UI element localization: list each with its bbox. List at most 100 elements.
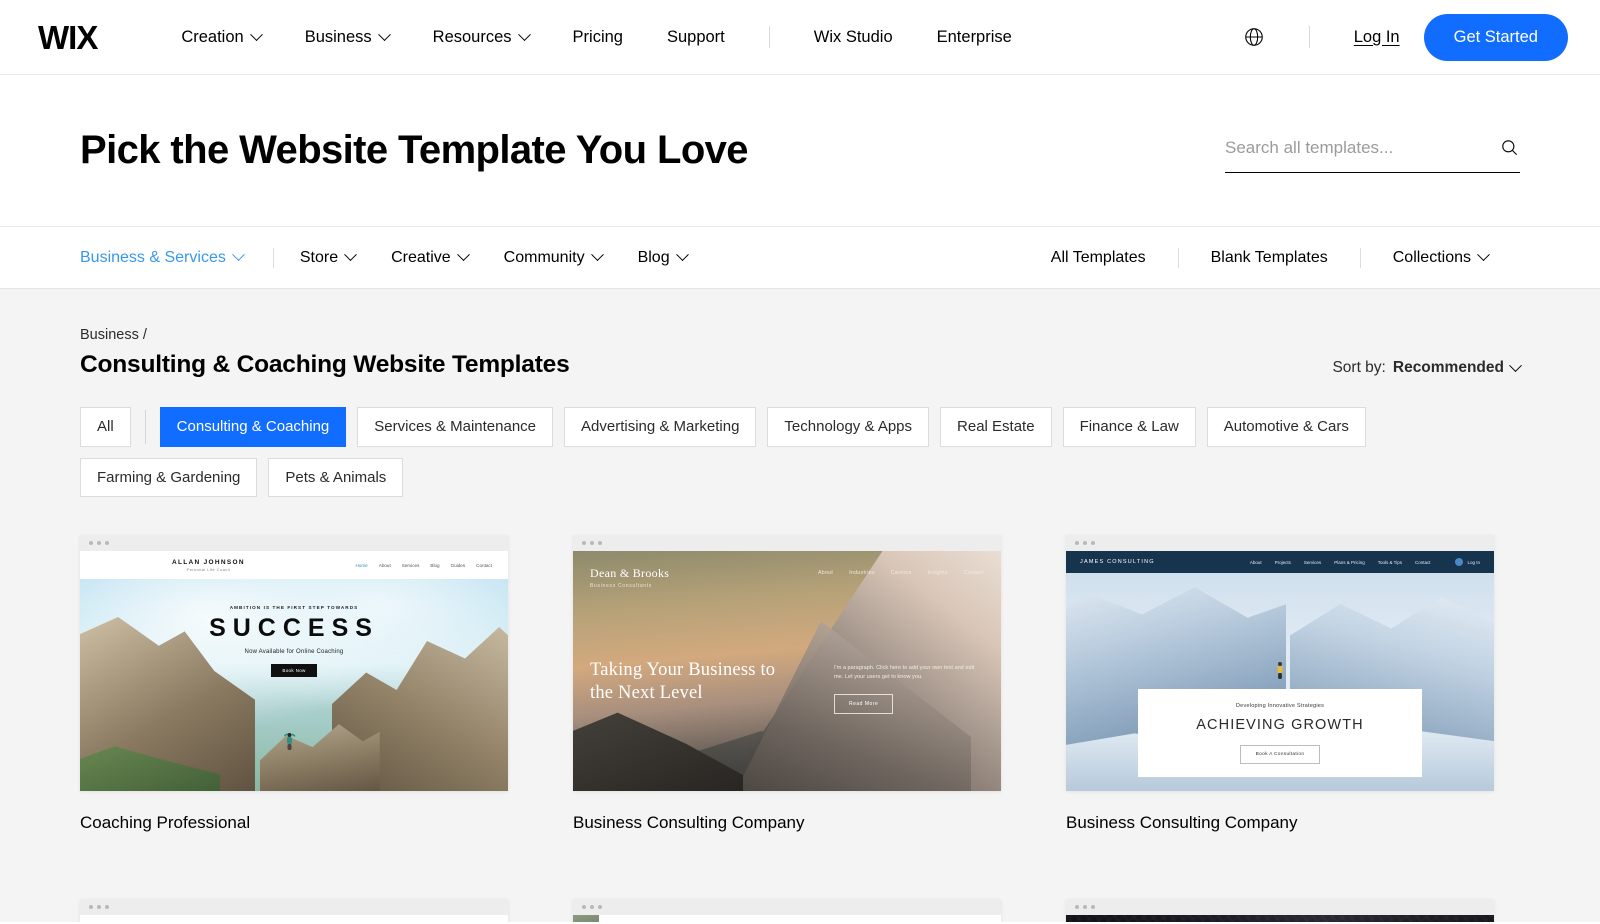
hero-section: Pick the Website Template You Love <box>0 75 1600 227</box>
template-thumbnail[interactable]: JAMES CONSULTING About Projects Services… <box>1066 535 1494 791</box>
get-started-button[interactable]: Get Started <box>1424 14 1568 61</box>
template-thumbnail[interactable]: Healthy Living With Rachel Wilkins About… <box>573 899 1001 922</box>
template-thumbnail[interactable]: Davon Business Consulting School Log In … <box>1066 899 1494 922</box>
window-dot-icon <box>1083 541 1087 545</box>
filter-chip-real-estate[interactable]: Real Estate <box>940 407 1052 447</box>
template-card[interactable]: Healthy Living With Rachel Wilkins About… <box>573 899 1001 922</box>
link-blank-templates[interactable]: Blank Templates <box>1179 249 1360 267</box>
preview-hero-image: Developing Innovative Strategies ACHIEVI… <box>1066 573 1494 791</box>
filter-chip-pets-animals[interactable]: Pets & Animals <box>268 458 403 498</box>
globe-icon[interactable] <box>1243 26 1265 48</box>
preview-hero-panel: Developing Innovative Strategies ACHIEVI… <box>1138 689 1422 777</box>
avatar-icon <box>1455 558 1463 566</box>
window-dot-icon <box>89 905 93 909</box>
nav-item-pricing[interactable]: Pricing <box>551 28 645 47</box>
preview-nav-item: Projects <box>1275 560 1291 565</box>
chevron-down-icon <box>378 28 391 41</box>
chevron-down-icon <box>518 28 531 41</box>
category-tab-community[interactable]: Community <box>504 249 602 267</box>
preview-kicker: AMBITION IS THE FIRST STEP TOWARDS <box>80 605 508 610</box>
nav-label: Resources <box>433 28 512 47</box>
category-label: Business & Services <box>80 249 226 267</box>
category-tab-blog[interactable]: Blog <box>638 249 687 267</box>
template-thumbnail[interactable]: ALLAN JOHNSON Personal Life Coach Home A… <box>80 535 508 791</box>
category-tab-business-services[interactable]: Business & Services <box>80 249 243 267</box>
chevron-down-icon <box>457 248 470 261</box>
top-navigation-bar: WIX Creation Business Resources Pricing … <box>0 0 1600 75</box>
preview-nav-item: Guides <box>451 563 466 568</box>
nav-item-enterprise[interactable]: Enterprise <box>915 28 1034 47</box>
nav-item-resources[interactable]: Resources <box>411 28 551 47</box>
sort-by-dropdown[interactable]: Sort by: Recommended <box>1332 359 1520 379</box>
filter-chip-consulting-coaching[interactable]: Consulting & Coaching <box>160 407 347 447</box>
wix-logo[interactable]: WIX <box>38 21 97 54</box>
browser-chrome-bar <box>80 899 508 915</box>
search-bar[interactable] <box>1225 137 1520 173</box>
filter-chip-services-maintenance[interactable]: Services & Maintenance <box>357 407 553 447</box>
template-card[interactable]: ALLAN JOHNSON Personal Life Coach Home A… <box>80 535 508 833</box>
template-card[interactable]: BizBud Home Services About Clients Testi… <box>80 899 508 922</box>
climber-figure-icon <box>283 731 296 755</box>
nav-item-wix-studio[interactable]: Wix Studio <box>792 28 915 47</box>
template-card[interactable]: Davon Business Consulting School Log In … <box>1066 899 1494 922</box>
preview-side-image <box>573 915 599 922</box>
preview-site-header: BizBud Home Services About Clients Testi… <box>80 915 508 922</box>
window-dot-icon <box>582 905 586 909</box>
template-thumbnail[interactable]: BizBud Home Services About Clients Testi… <box>80 899 508 922</box>
browser-chrome-bar <box>573 899 1001 915</box>
nav-item-business[interactable]: Business <box>283 28 411 47</box>
window-dot-icon <box>97 905 101 909</box>
window-dot-icon <box>590 905 594 909</box>
login-link[interactable]: Log In <box>1354 28 1400 47</box>
filter-chip-finance-law[interactable]: Finance & Law <box>1063 407 1196 447</box>
preview-nav-item: Services <box>1304 560 1321 565</box>
page-heading: Pick the Website Template You Love <box>80 128 748 173</box>
filter-chip-automotive-cars[interactable]: Automotive & Cars <box>1207 407 1366 447</box>
template-card[interactable]: JAMES CONSULTING About Projects Services… <box>1066 535 1494 833</box>
window-dot-icon <box>105 541 109 545</box>
chevron-down-icon <box>1509 359 1522 372</box>
browser-chrome-bar <box>1066 535 1494 551</box>
template-title[interactable]: Business Consulting Company <box>1066 813 1494 833</box>
filter-chip-farming-gardening[interactable]: Farming & Gardening <box>80 458 257 498</box>
search-icon <box>1500 138 1519 157</box>
chevron-down-icon <box>591 248 604 261</box>
template-card[interactable]: Dean & Brooks Business Consultants About… <box>573 535 1001 833</box>
preview-nav-item: Tools & Tips <box>1378 560 1402 565</box>
search-input[interactable] <box>1225 138 1498 158</box>
preview-nav-item: Contact <box>964 570 984 576</box>
category-tab-creative[interactable]: Creative <box>391 249 468 267</box>
preview-nav-item: Contact <box>476 563 492 568</box>
template-title[interactable]: Coaching Professional <box>80 813 508 833</box>
window-dot-icon <box>89 541 93 545</box>
template-title[interactable]: Business Consulting Company <box>573 813 1001 833</box>
nav-label: Creation <box>181 28 243 47</box>
nav-item-creation[interactable]: Creation <box>159 28 282 47</box>
window-dot-icon <box>105 905 109 909</box>
texture-overlay <box>1066 915 1494 922</box>
filter-chip-advertising-marketing[interactable]: Advertising & Marketing <box>564 407 756 447</box>
category-label: Creative <box>391 249 451 267</box>
preview-nav-item: About <box>379 563 391 568</box>
preview-nav-item: Insights <box>928 570 948 576</box>
nav-divider <box>1309 26 1310 48</box>
filter-chip-all[interactable]: All <box>80 407 131 447</box>
link-collections[interactable]: Collections <box>1361 249 1520 267</box>
window-dot-icon <box>590 541 594 545</box>
link-all-templates[interactable]: All Templates <box>1019 249 1178 267</box>
window-dot-icon <box>97 541 101 545</box>
browser-chrome-bar <box>80 535 508 551</box>
template-thumbnail[interactable]: Dean & Brooks Business Consultants About… <box>573 535 1001 791</box>
filter-chip-technology-apps[interactable]: Technology & Apps <box>767 407 929 447</box>
filter-chip-list: All Consulting & Coaching Services & Mai… <box>80 407 1520 497</box>
search-button[interactable] <box>1498 137 1520 159</box>
collections-label: Collections <box>1393 249 1471 267</box>
nav-item-support[interactable]: Support <box>645 28 747 47</box>
main-content: Business / Consulting & Coaching Website… <box>0 289 1600 922</box>
template-preview: Dean & Brooks Business Consultants About… <box>573 551 1001 791</box>
heading-row: Consulting & Coaching Website Templates … <box>80 351 1520 379</box>
breadcrumb[interactable]: Business / <box>80 327 1520 343</box>
window-dot-icon <box>1091 905 1095 909</box>
category-tab-store[interactable]: Store <box>300 249 355 267</box>
chevron-down-icon <box>344 248 357 261</box>
